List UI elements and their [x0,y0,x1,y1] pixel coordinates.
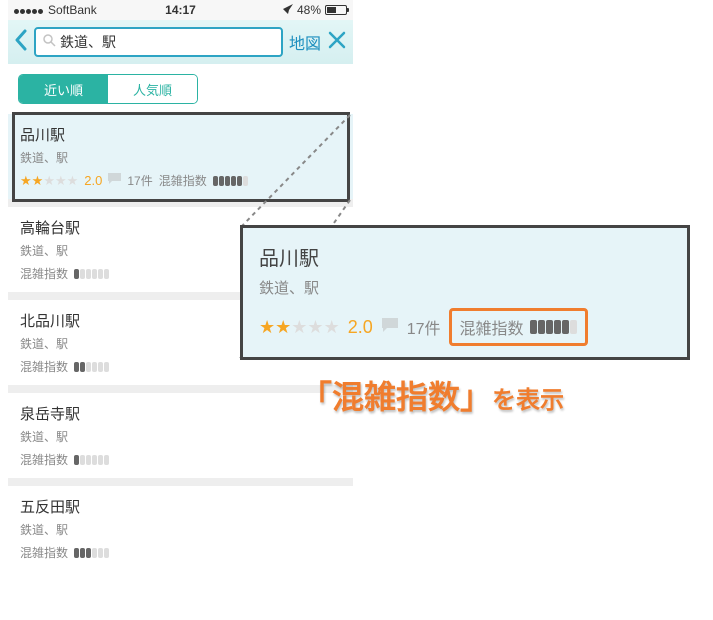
crowd-icons [74,548,109,558]
zoom-subtitle: 鉄道、駅 [259,277,671,298]
annotation-text: 「混雑指数」を表示 [300,372,564,418]
zoom-rating: 2.0 [348,317,373,338]
result-title: 品川駅 [20,124,341,145]
location-icon [283,3,293,17]
crowd-label: 混雑指数 [460,315,524,339]
result-title: 五反田駅 [20,496,341,517]
zoom-stars: ★★★★★ [259,318,340,336]
rating-value: 2.0 [84,173,102,188]
crowd-highlight-box: 混雑指数 [449,308,588,346]
crowd-icons [74,269,109,279]
search-header: 鉄道、駅 地図 [8,20,353,64]
result-subtitle: 鉄道、駅 [20,521,341,538]
back-icon[interactable] [14,29,28,56]
crowd-icons [213,176,248,186]
battery-pct: 48% [297,3,321,17]
result-title: 泉岳寺駅 [20,403,341,424]
review-count: 17件 [127,172,152,189]
comment-icon [381,317,399,338]
sort-segment: 近い順 人気順 [8,64,353,114]
crowd-icons [530,320,577,334]
crowd-label: 混雑指数 [20,358,68,375]
status-bar: SoftBank 14:17 48% [8,0,353,20]
result-card[interactable]: 五反田駅鉄道、駅混雑指数 [8,486,353,571]
map-link[interactable]: 地図 [289,30,321,54]
result-subtitle: 鉄道、駅 [20,428,341,445]
crowd-icons [74,455,109,465]
search-query: 鉄道、駅 [60,32,116,52]
sort-popular[interactable]: 人気順 [108,75,197,103]
crowd-label: 混雑指数 [159,172,207,189]
crowd-label: 混雑指数 [20,265,68,282]
comment-icon [108,173,121,188]
zoom-callout: 品川駅 鉄道、駅 ★★★★★ 2.0 17件 混雑指数 [240,225,690,360]
star-rating: ★★★★★ [20,174,78,187]
crowd-icons [74,362,109,372]
result-subtitle: 鉄道、駅 [20,149,341,166]
clock-label: 14:17 [165,3,196,17]
crowd-label: 混雑指数 [20,544,68,561]
sort-near[interactable]: 近い順 [19,75,108,103]
search-icon [42,33,56,52]
zoom-reviews: 17件 [407,315,441,339]
result-card[interactable]: 品川駅鉄道、駅 ★★★★★ 2.0 17件混雑指数 [8,114,353,199]
battery-icon [325,5,347,15]
crowd-label: 混雑指数 [20,451,68,468]
zoom-title: 品川駅 [259,242,671,271]
signal-dots-icon [14,3,44,17]
carrier-label: SoftBank [48,3,97,17]
close-icon[interactable] [327,30,347,55]
search-input[interactable]: 鉄道、駅 [34,27,283,57]
